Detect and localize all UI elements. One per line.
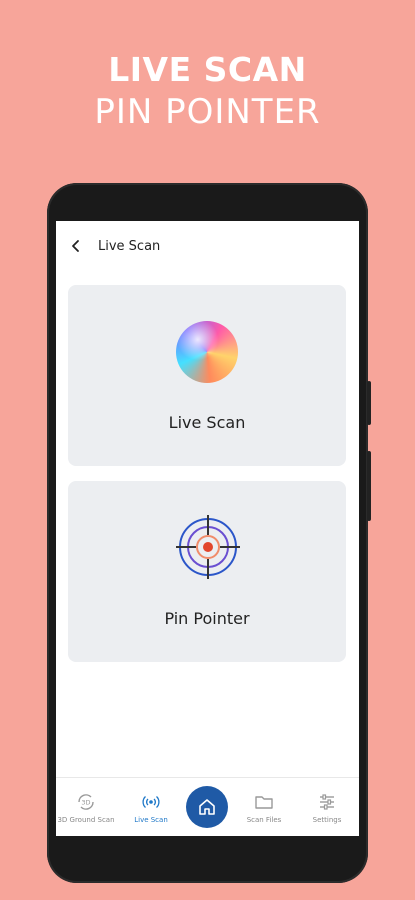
target-crosshair-icon — [176, 515, 240, 579]
home-button[interactable] — [186, 786, 228, 828]
nav-scan-files[interactable]: Scan Files — [234, 786, 294, 824]
bottom-nav: 3D 3D Ground Scan Live Scan Scan Files S… — [56, 777, 359, 836]
back-arrow-icon[interactable] — [68, 238, 84, 254]
svg-text:3D: 3D — [81, 799, 90, 807]
page-title: Live Scan — [98, 239, 161, 254]
nav-label-settings: Settings — [312, 816, 342, 824]
folder-icon — [255, 796, 273, 809]
pin-pointer-card[interactable]: Pin Pointer — [68, 481, 346, 662]
power-button — [367, 451, 371, 521]
top-bar: Live Scan — [56, 221, 359, 273]
nav-live-scan[interactable]: Live Scan — [121, 786, 181, 824]
nav-label-3d-ground-scan: 3D Ground Scan — [57, 816, 115, 824]
phone-frame: Live Scan Live Scan Pin Pointer 3D 3D Gr… — [47, 183, 371, 883]
3d-rotate-icon: 3D — [78, 794, 94, 810]
nav-label-scan-files: Scan Files — [246, 816, 282, 824]
promo-title: LIVE SCAN — [108, 50, 307, 89]
volume-button — [367, 381, 371, 425]
app-screen: Live Scan Live Scan Pin Pointer 3D 3D Gr… — [56, 221, 359, 836]
nav-label-live-scan: Live Scan — [134, 816, 168, 824]
sliders-icon — [320, 794, 334, 810]
nav-3d-ground-scan[interactable]: 3D 3D Ground Scan — [56, 786, 116, 824]
pin-pointer-label: Pin Pointer — [164, 609, 250, 628]
live-scan-label: Live Scan — [168, 413, 246, 432]
gradient-orb-icon — [176, 321, 238, 383]
nav-settings[interactable]: Settings — [297, 786, 357, 824]
signal-waves-icon — [142, 796, 160, 808]
home-icon — [199, 799, 215, 815]
live-scan-card[interactable]: Live Scan — [68, 285, 346, 466]
promo-subtitle: PIN POINTER — [94, 92, 321, 132]
